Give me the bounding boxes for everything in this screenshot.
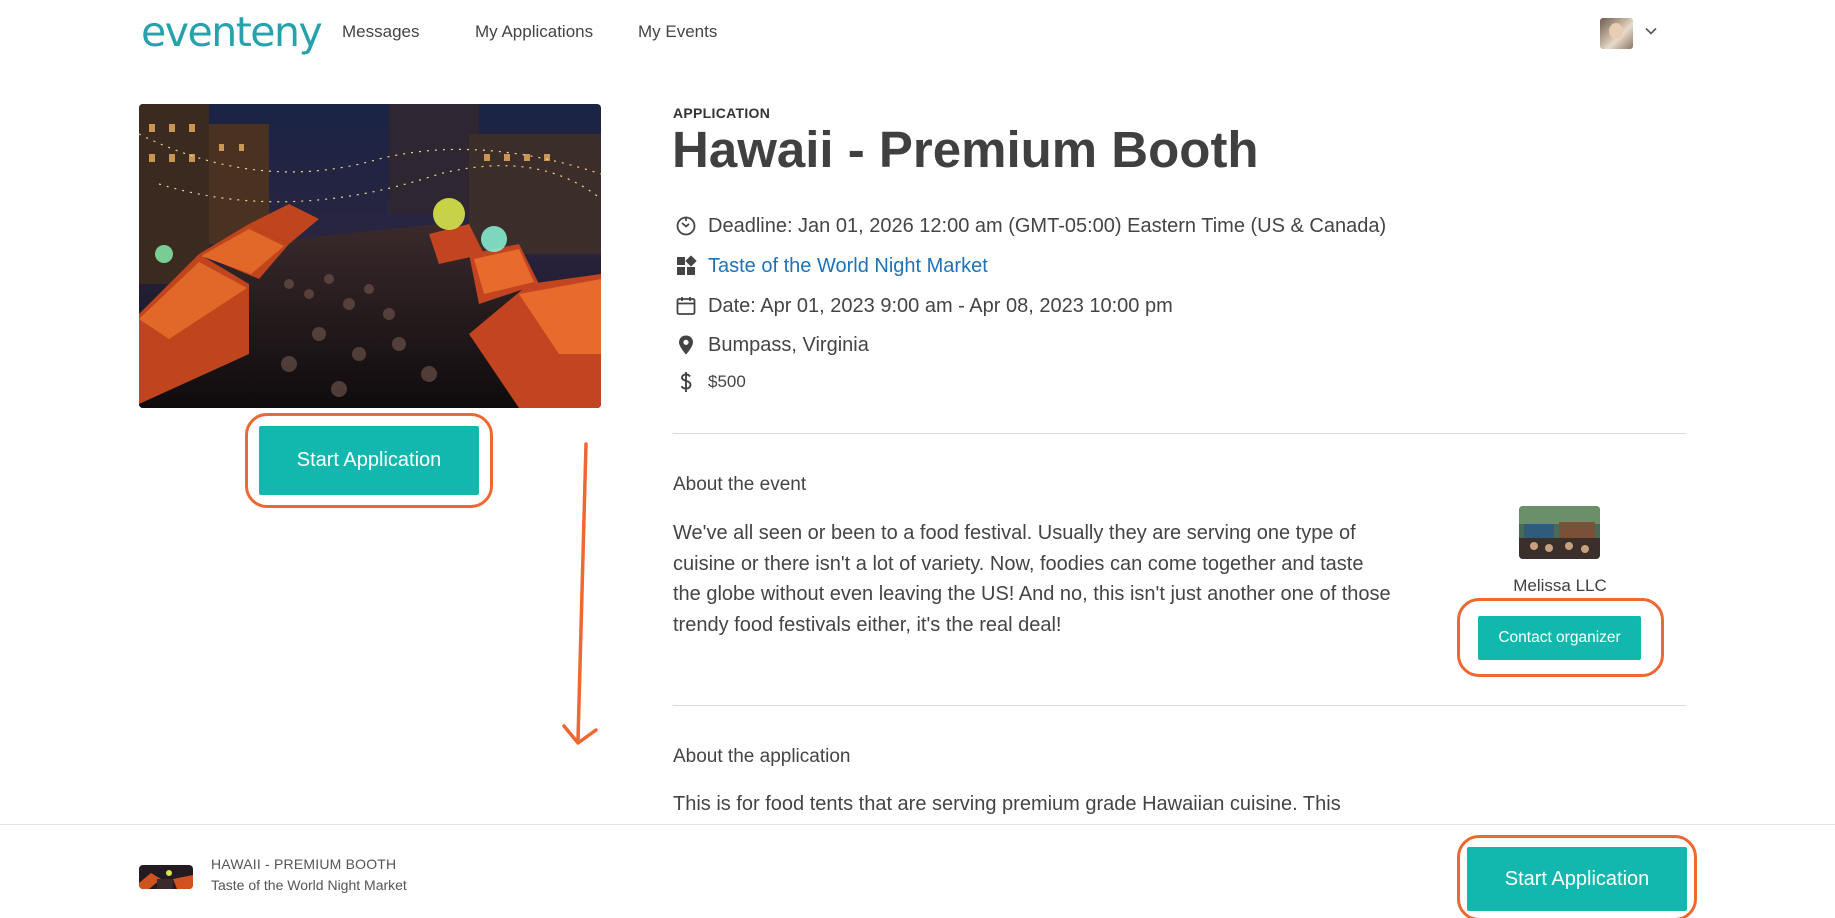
about-event-text: We've all seen or been to a food festiva… xyxy=(673,522,1391,636)
organizer-name: Melissa LLC xyxy=(1513,576,1607,595)
eventeny-logo[interactable]: eventeny xyxy=(141,8,323,56)
location-pin-icon xyxy=(673,332,699,358)
annotation-arrow xyxy=(562,442,598,745)
price-text: $500 xyxy=(708,372,746,391)
about-application-heading: About the application xyxy=(673,746,851,767)
about-application-text: This is for food tents that are serving … xyxy=(673,793,1341,815)
avatar[interactable] xyxy=(1600,18,1633,49)
bottom-bar-subtitle: Taste of the World Night Market xyxy=(211,877,407,893)
event-link[interactable]: Taste of the World Night Market xyxy=(708,255,988,278)
timer-icon xyxy=(673,213,699,239)
application-kicker: APPLICATION xyxy=(673,105,771,121)
about-event-heading: About the event xyxy=(673,474,807,495)
start-application-button-bottom[interactable]: Start Application xyxy=(1467,847,1687,911)
date-row: Date: Apr 01, 2023 9:00 am - Apr 08, 202… xyxy=(673,292,1173,320)
nav-messages[interactable]: Messages xyxy=(342,22,419,42)
deadline-row: Deadline: Jan 01, 2026 12:00 am (GMT-05:… xyxy=(673,212,1386,240)
page-title: Hawaii - Premium Booth xyxy=(672,121,1259,178)
divider xyxy=(673,433,1686,434)
chevron-down-icon[interactable] xyxy=(1644,24,1658,38)
dollar-icon xyxy=(673,369,699,395)
bottom-bar-title: HAWAII - PREMIUM BOOTH xyxy=(211,856,397,872)
location-row: Bumpass, Virginia xyxy=(673,331,869,359)
event-link-row: Taste of the World Night Market xyxy=(673,252,988,280)
nav-my-applications[interactable]: My Applications xyxy=(475,22,593,42)
organizer-image xyxy=(1519,506,1600,559)
deadline-text: Deadline: Jan 01, 2026 12:00 am (GMT-05:… xyxy=(708,214,1387,237)
dashboard-icon xyxy=(673,253,699,279)
calendar-icon xyxy=(673,293,699,319)
sticky-bottom-bar: HAWAII - PREMIUM BOOTH Taste of the Worl… xyxy=(0,824,1835,918)
date-text: Date: Apr 01, 2023 9:00 am - Apr 08, 202… xyxy=(708,294,1173,317)
divider xyxy=(673,705,1686,706)
location-text: Bumpass, Virginia xyxy=(708,333,869,356)
price-row: $500 xyxy=(673,368,746,396)
top-navigation-bar: eventeny Messages My Applications My Eve… xyxy=(0,0,1835,66)
user-menu[interactable] xyxy=(1600,16,1660,50)
nav-my-events[interactable]: My Events xyxy=(638,22,717,42)
start-application-button[interactable]: Start Application xyxy=(259,426,479,495)
event-hero-image xyxy=(139,104,601,408)
contact-organizer-button[interactable]: Contact organizer xyxy=(1478,616,1641,660)
event-thumbnail xyxy=(139,865,193,889)
